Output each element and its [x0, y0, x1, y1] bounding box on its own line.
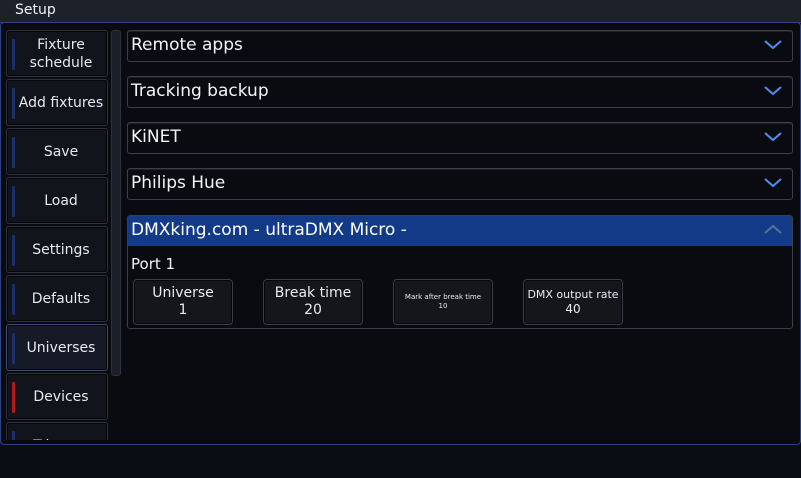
param-value: 20 [304, 302, 322, 318]
nav-indicator [12, 333, 15, 364]
sidebar-item-fixture-schedule[interactable]: Fixture schedule [6, 30, 108, 77]
window-title: Setup [15, 2, 56, 18]
sidebar-item-triggers[interactable]: Triggers [6, 422, 108, 440]
sidebar-item-label: Universes [26, 339, 96, 356]
sidebar-item-defaults[interactable]: Defaults [6, 275, 108, 322]
sidebar-item-load[interactable]: Load [6, 177, 108, 224]
param-value: 40 [565, 302, 581, 316]
sidebar-item-add-fixtures[interactable]: Add fixtures [6, 79, 108, 126]
break-time-button[interactable]: Break time 20 [263, 279, 363, 325]
nav-indicator [12, 137, 15, 168]
section-tracking-backup[interactable]: Tracking backup [127, 76, 793, 108]
devices-status-indicator [12, 382, 15, 413]
sidebar-scrollbar[interactable] [111, 30, 121, 376]
section-philips-hue[interactable]: Philips Hue [127, 168, 793, 200]
sidebar-item-label: Load [44, 192, 78, 209]
chevron-down-icon[interactable] [763, 37, 783, 51]
chevron-down-icon[interactable] [763, 129, 783, 143]
section-kinet[interactable]: KiNET [127, 122, 793, 154]
section-title: Philips Hue [131, 173, 226, 193]
section-title: Remote apps [131, 35, 243, 55]
param-label: Mark after break time [404, 293, 482, 301]
sidebar-item-label: Add fixtures [18, 94, 104, 111]
sidebar-item-label: Settings [32, 241, 90, 258]
param-label: DMX output rate [527, 288, 619, 301]
dmx-output-rate-button[interactable]: DMX output rate 40 [523, 279, 623, 325]
title-bar: Setup [0, 0, 801, 23]
sidebar-item-settings[interactable]: Settings [6, 226, 108, 273]
sidebar-item-label: Save [43, 143, 79, 160]
port-label: Port 1 [131, 255, 176, 273]
param-label: Break time [274, 285, 352, 301]
device-section-header[interactable]: DMXking.com - ultraDMX Micro - [128, 216, 792, 246]
nav-indicator [12, 235, 15, 266]
section-title: DMXking.com - ultraDMX Micro - [131, 220, 407, 240]
param-value: 1 [178, 302, 188, 318]
chevron-up-icon[interactable] [763, 222, 783, 236]
nav-indicator [12, 284, 15, 315]
mark-after-break-time-button[interactable]: Mark after break time 10 [393, 279, 493, 325]
nav-indicator [12, 88, 15, 119]
chevron-down-icon[interactable] [763, 83, 783, 97]
sidebar-item-label: Fixture schedule [29, 36, 93, 71]
sidebar-item-label: Triggers [17, 423, 105, 441]
chevron-down-icon[interactable] [763, 175, 783, 189]
param-label: Universe [152, 285, 214, 301]
section-title: Tracking backup [131, 81, 269, 101]
nav-indicator [12, 431, 15, 440]
section-remote-apps[interactable]: Remote apps [127, 30, 793, 62]
nav-indicator [12, 186, 15, 217]
sidebar-item-save[interactable]: Save [6, 128, 108, 175]
sidebar-item-devices[interactable]: Devices [6, 373, 108, 420]
universe-button[interactable]: Universe 1 [133, 279, 233, 325]
sidebar-item-label: Devices [33, 388, 89, 405]
section-title: KiNET [131, 127, 181, 147]
nav-indicator [12, 39, 15, 70]
section-dmxking-device: DMXking.com - ultraDMX Micro - Port 1 Un… [127, 215, 793, 329]
sidebar: Fixture schedule Add fixtures Save Load … [6, 30, 110, 440]
sidebar-item-universes[interactable]: Universes [6, 324, 108, 371]
sidebar-item-label: Defaults [31, 290, 91, 307]
param-value: 10 [438, 302, 448, 310]
